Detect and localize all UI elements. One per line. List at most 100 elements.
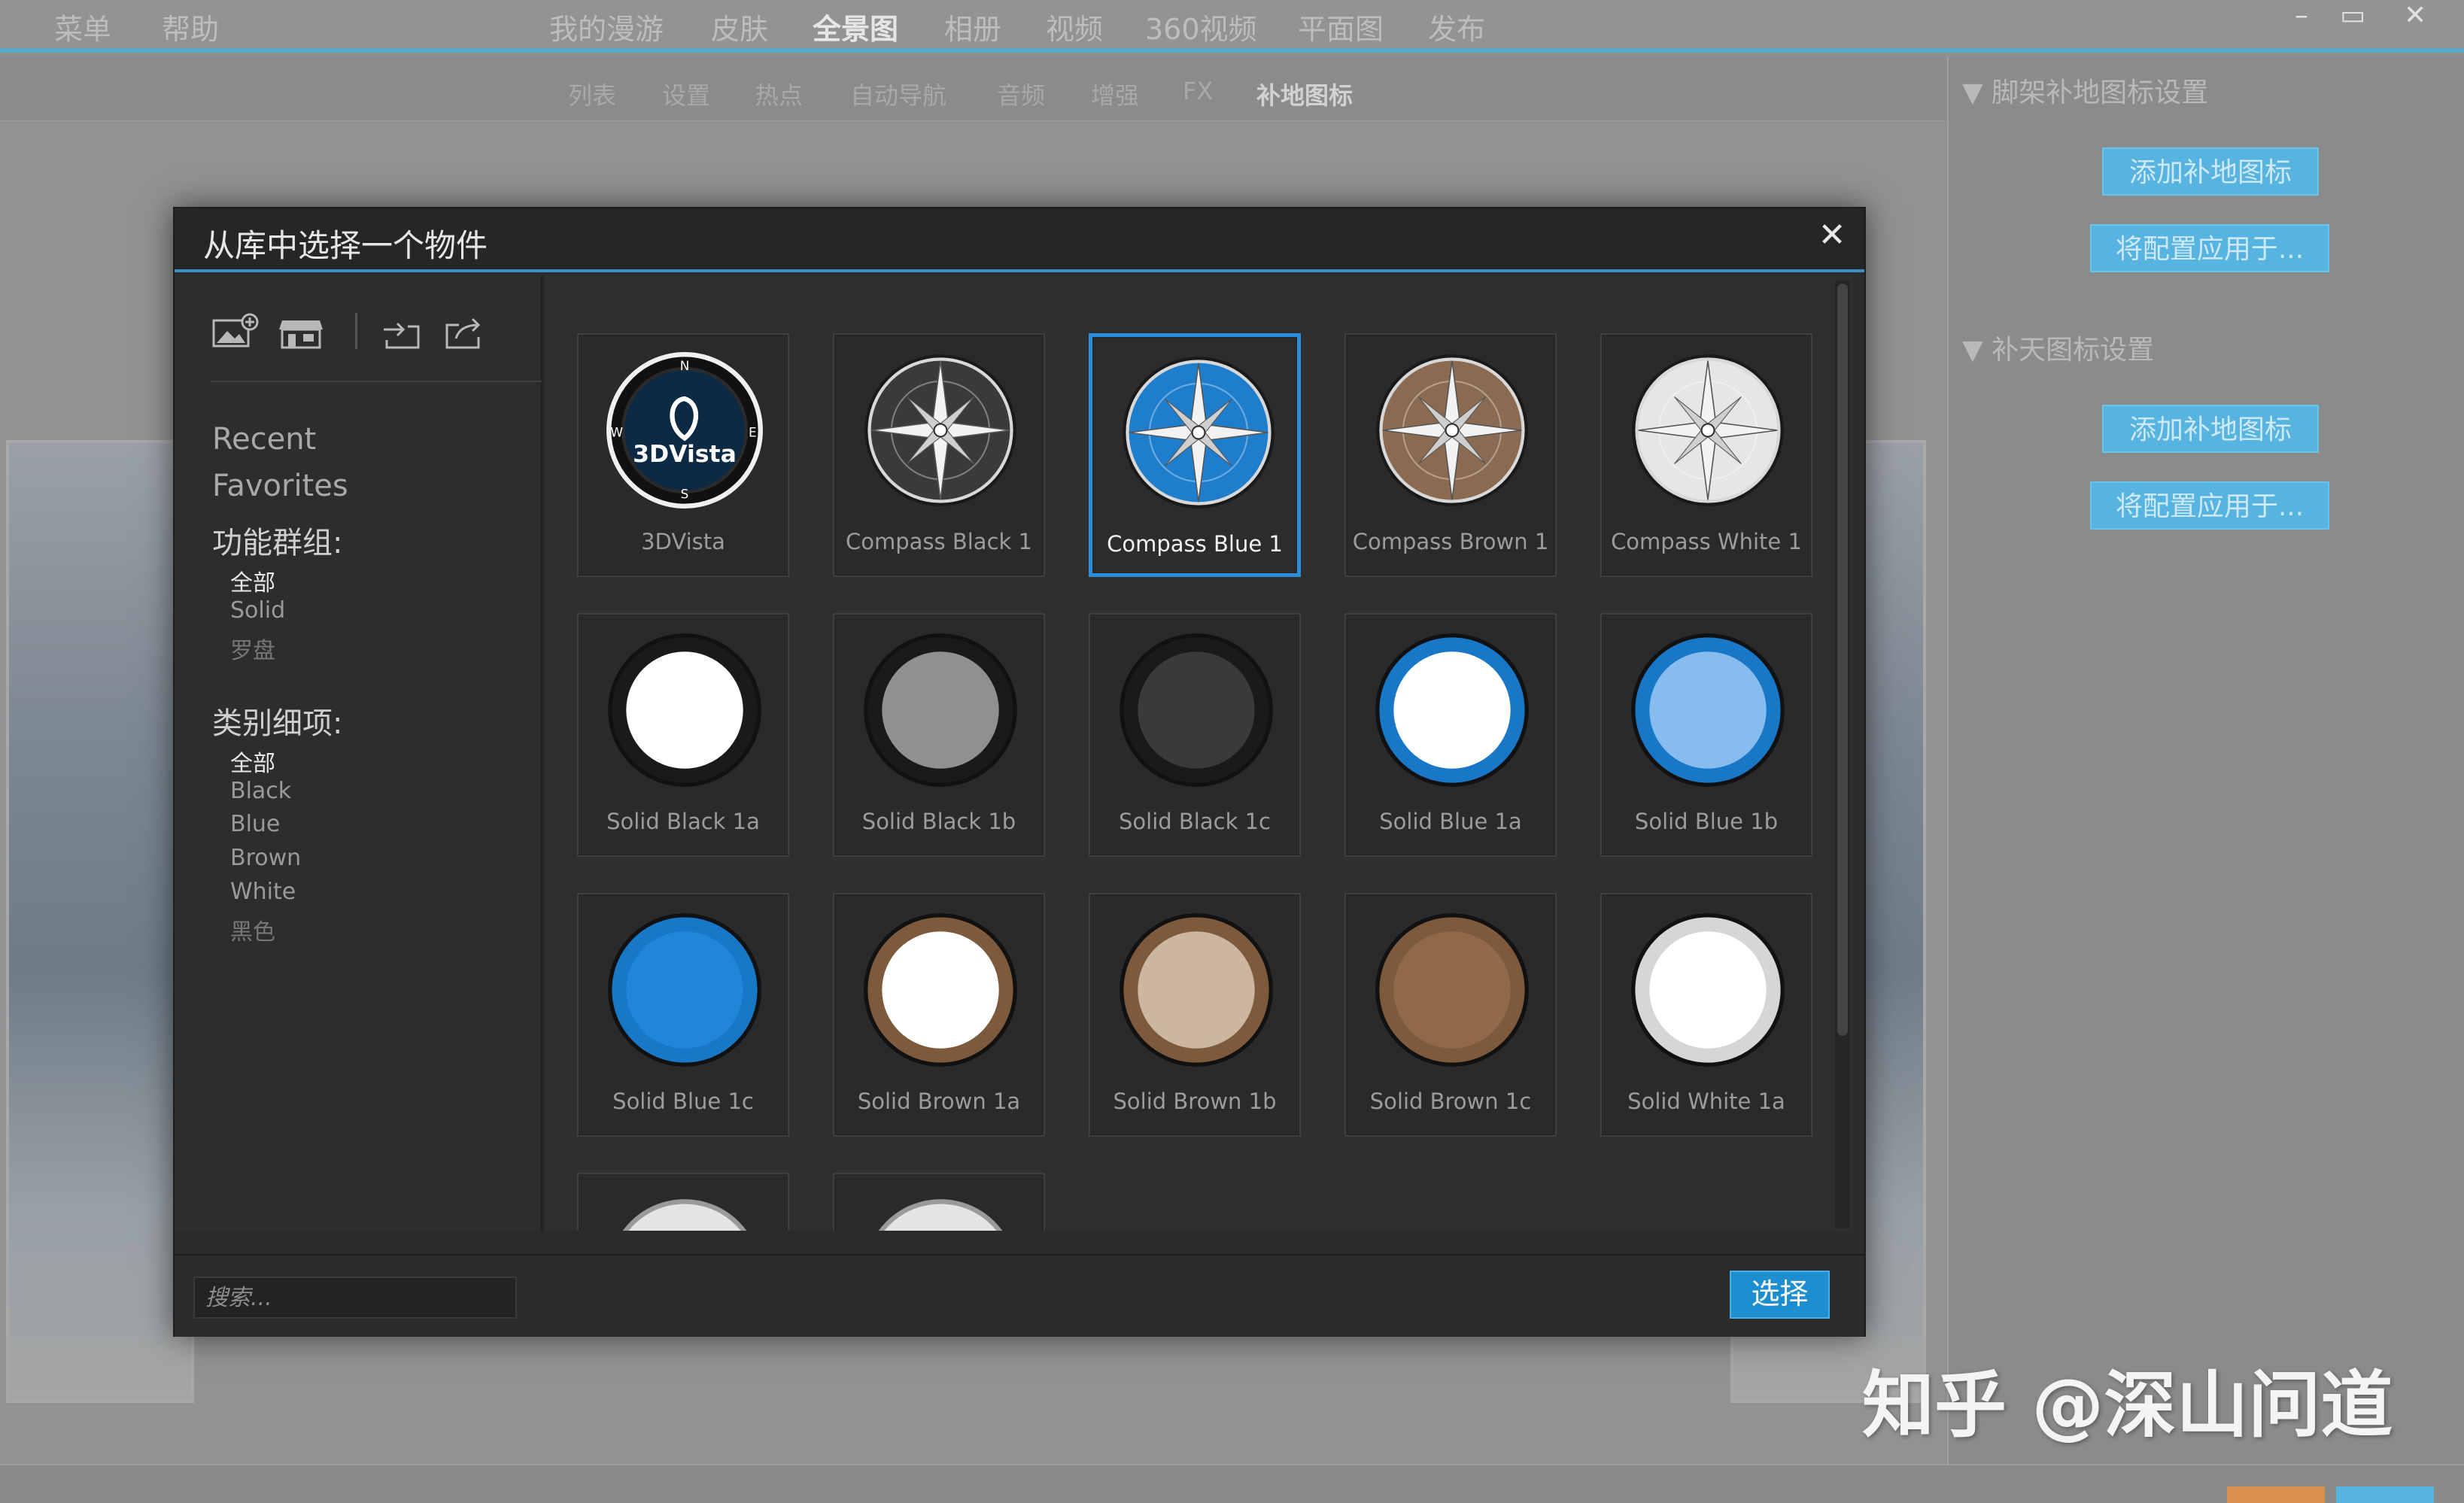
group-item-solid[interactable]: Solid bbox=[230, 597, 285, 624]
library-item-solid-blue-1c[interactable]: Solid Blue 1c bbox=[577, 893, 789, 1137]
group-item-compass[interactable]: 罗盘 bbox=[230, 632, 275, 665]
tab-360-video[interactable]: 360视频 bbox=[1145, 6, 1257, 47]
search-input[interactable] bbox=[193, 1277, 517, 1319]
solid-disc-icon bbox=[1117, 911, 1275, 1069]
library-item-label: Compass Black 1 bbox=[846, 529, 1032, 554]
tab-album[interactable]: 相册 bbox=[944, 6, 1001, 47]
compass-icon bbox=[1629, 351, 1787, 509]
svg-text:N: N bbox=[680, 358, 690, 373]
tab-video[interactable]: 视频 bbox=[1046, 6, 1103, 47]
solid-disc-icon bbox=[1373, 631, 1531, 789]
import-icon[interactable] bbox=[378, 313, 427, 352]
category-heading: 类别细项: bbox=[212, 706, 343, 741]
bottom-orange-button[interactable] bbox=[2227, 1486, 2325, 1503]
library-item-label: 3DVista bbox=[641, 529, 725, 554]
category-item-blue[interactable]: Blue bbox=[230, 811, 280, 837]
library-item-3dvista[interactable]: 3DVista N S W E 3DVista bbox=[577, 333, 789, 577]
dialog-footer: 选择 bbox=[175, 1254, 1864, 1337]
nav-recent[interactable]: Recent bbox=[212, 422, 316, 457]
export-icon[interactable] bbox=[438, 313, 488, 352]
library-item-more-15[interactable] bbox=[577, 1173, 789, 1231]
library-item-compass-white-1[interactable]: Compass White 1 bbox=[1600, 333, 1812, 577]
add-image-icon[interactable] bbox=[211, 313, 260, 352]
tab-skin[interactable]: 皮肤 bbox=[711, 6, 768, 47]
menu-bar: 菜单 帮助 我的漫游 皮肤 全景图 相册 视频 360视频 平面图 发布 – ▭… bbox=[0, 0, 2464, 53]
menu-item-help[interactable]: 帮助 bbox=[162, 6, 219, 47]
tripod-patch-section-title[interactable]: ▼ 脚架补地图标设置 bbox=[1962, 71, 2208, 110]
library-item-solid-white-1a[interactable]: Solid White 1a bbox=[1600, 893, 1812, 1137]
toolbar-separator bbox=[355, 313, 357, 349]
store-icon[interactable] bbox=[276, 313, 326, 352]
minimize-icon[interactable]: – bbox=[2295, 0, 2308, 31]
apply-config-button[interactable]: 将配置应用于... bbox=[2090, 224, 2329, 272]
library-item-solid-brown-1c[interactable]: Solid Brown 1c bbox=[1344, 893, 1557, 1137]
apply-config-button-2[interactable]: 将配置应用于... bbox=[2090, 481, 2329, 530]
category-item-brown[interactable]: Brown bbox=[230, 845, 301, 871]
subtab-hotspots[interactable]: 热点 bbox=[755, 77, 803, 111]
library-item-solid-black-1c[interactable]: Solid Black 1c bbox=[1089, 613, 1301, 857]
library-item-label: Compass White 1 bbox=[1611, 529, 1802, 554]
group-item-all[interactable]: 全部 bbox=[230, 564, 275, 597]
library-item-compass-black-1[interactable]: Compass Black 1 bbox=[833, 333, 1045, 577]
tab-panorama[interactable]: 全景图 bbox=[813, 6, 898, 47]
compass-icon bbox=[1373, 351, 1531, 509]
library-item-solid-brown-1b[interactable]: Solid Brown 1b bbox=[1089, 893, 1301, 1137]
subtab-fx[interactable]: FX bbox=[1183, 77, 1213, 105]
library-item-grid: 3DVista N S W E 3DVista Compass Black 1 Compass… bbox=[545, 275, 1852, 1231]
menu-item-menu[interactable]: 菜单 bbox=[54, 6, 111, 47]
subtab-audio[interactable]: 音频 bbox=[997, 77, 1045, 111]
svg-text:W: W bbox=[610, 424, 623, 439]
solid-disc-icon bbox=[1629, 631, 1787, 789]
solid-disc-icon bbox=[861, 631, 1019, 789]
restore-icon[interactable]: ▭ bbox=[2340, 0, 2365, 31]
bottom-blue-button[interactable] bbox=[2336, 1486, 2434, 1503]
library-item-compass-blue-1[interactable]: Compass Blue 1 bbox=[1089, 333, 1301, 577]
library-item-label: Solid Black 1a bbox=[606, 809, 760, 834]
properties-panel: ▼ 脚架补地图标设置 添加补地图标 将配置应用于... ▼ 补天图标设置 添加补… bbox=[1947, 57, 2464, 1464]
library-item-solid-brown-1a[interactable]: Solid Brown 1a bbox=[833, 893, 1045, 1137]
tab-floorplan[interactable]: 平面图 bbox=[1298, 6, 1384, 47]
library-item-compass-brown-1[interactable]: Compass Brown 1 bbox=[1344, 333, 1557, 577]
subtab-settings[interactable]: 设置 bbox=[662, 77, 710, 111]
solid-disc-icon bbox=[606, 911, 764, 1069]
solid-disc-icon bbox=[1117, 631, 1275, 789]
library-item-label: Solid Black 1b bbox=[861, 809, 1016, 834]
subtab-auto-nav[interactable]: 自动导航 bbox=[850, 77, 946, 111]
library-item-solid-blue-1a[interactable]: Solid Blue 1a bbox=[1344, 613, 1557, 857]
category-item-black[interactable]: Black bbox=[230, 778, 291, 804]
library-item-label: Solid Brown 1b bbox=[1113, 1089, 1277, 1114]
solid-disc-icon bbox=[1629, 911, 1787, 1069]
tab-publish[interactable]: 发布 bbox=[1428, 6, 1485, 47]
compass-icon bbox=[861, 351, 1019, 509]
subtab-list[interactable]: 列表 bbox=[568, 77, 616, 111]
category-item-heise[interactable]: 黑色 bbox=[230, 913, 275, 946]
svg-text:E: E bbox=[749, 424, 757, 439]
panorama-preview-left bbox=[6, 440, 194, 1403]
nav-favorites[interactable]: Favorites bbox=[212, 469, 348, 503]
bottom-bar bbox=[0, 1464, 2464, 1503]
library-item-solid-black-1b[interactable]: Solid Black 1b bbox=[833, 613, 1045, 857]
library-item-solid-black-1a[interactable]: Solid Black 1a bbox=[577, 613, 789, 857]
add-sky-patch-button[interactable]: 添加补地图标 bbox=[2102, 405, 2319, 453]
toolbar-divider bbox=[211, 381, 542, 382]
subtab-enhance[interactable]: 增强 bbox=[1091, 77, 1139, 111]
library-item-solid-blue-1b[interactable]: Solid Blue 1b bbox=[1600, 613, 1812, 857]
library-item-label: Solid Blue 1a bbox=[1379, 809, 1522, 834]
category-item-all[interactable]: 全部 bbox=[230, 745, 275, 778]
library-item-more-16[interactable] bbox=[833, 1173, 1045, 1231]
tab-my-tour[interactable]: 我的漫游 bbox=[549, 6, 664, 47]
select-button[interactable]: 选择 bbox=[1730, 1271, 1830, 1319]
close-icon[interactable]: ✕ bbox=[1813, 216, 1851, 261]
library-item-label: Solid Brown 1a bbox=[857, 1089, 1021, 1114]
subtab-ground-patch[interactable]: 补地图标 bbox=[1256, 77, 1353, 111]
library-sidebar: Recent Favorites 功能群组: 全部 Solid 罗盘 类别细项:… bbox=[175, 275, 543, 1231]
add-ground-patch-button[interactable]: 添加补地图标 bbox=[2102, 147, 2319, 196]
library-dialog: 从库中选择一个物件 ✕ Recent Favorites 功能群组: 全部 So… bbox=[173, 207, 1866, 1337]
grid-scrollbar-thumb[interactable] bbox=[1837, 284, 1848, 1036]
solid-disc-icon bbox=[606, 631, 764, 789]
library-item-label: Solid White 1a bbox=[1627, 1089, 1785, 1114]
sky-patch-section-title[interactable]: ▼ 补天图标设置 bbox=[1962, 328, 2154, 367]
close-window-icon[interactable]: ✕ bbox=[2404, 0, 2426, 31]
category-item-white[interactable]: White bbox=[230, 879, 296, 905]
library-item-label: Solid Blue 1b bbox=[1634, 809, 1779, 834]
